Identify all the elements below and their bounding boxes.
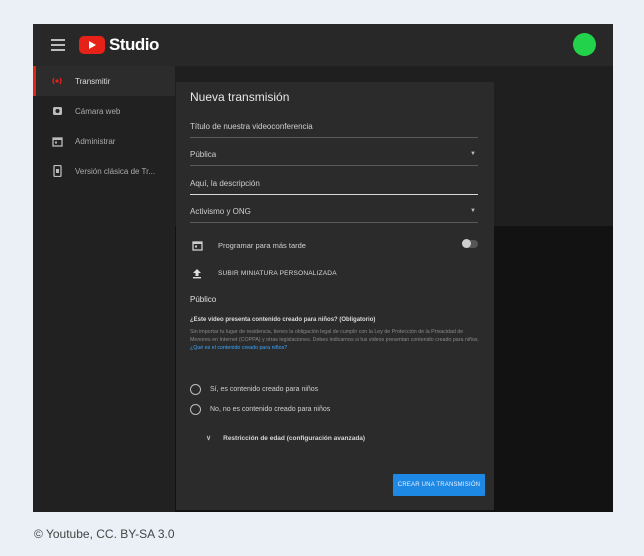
schedule-toggle[interactable] [462,239,478,248]
visibility-select[interactable]: Pública ▼ [190,143,478,166]
sidebar-item-label: Versión clásica de Tr... [75,166,156,176]
calendar-manage-icon [51,135,63,147]
upload-thumbnail-button[interactable]: SUBIR MINIATURA PERSONALIZADA [190,265,478,281]
sidebar-item-administrar[interactable]: Administrar [33,126,175,156]
radio-yes-label: Sí, es contenido creado para niños [210,386,319,393]
sidebar-item-label: Cámara web [75,106,121,116]
description-value: Aquí, la descripción [190,178,260,188]
upload-thumbnail-label: SUBIR MINIATURA PERSONALIZADA [218,269,337,277]
coppa-paragraph: Sin importar tu lugar de residencia, tie… [190,328,482,352]
new-stream-dialog: Nueva transmisión Título de nuestra vide… [176,82,494,510]
chevron-down-icon: ∨ [206,435,212,442]
stream-title-value: Título de nuestra videoconferencia [190,121,313,131]
category-select[interactable]: Activismo y ONG ▼ [190,200,478,223]
top-bar: Studio [33,24,613,66]
live-stream-icon [51,75,63,87]
webcam-icon [51,105,63,117]
radio-no-made-for-kids[interactable]: No, no es contenido creado para niños [190,404,330,415]
calendar-icon [190,239,204,251]
sidebar: Transmitir Cámara web Administrar Versió… [33,66,175,512]
description-input[interactable]: Aquí, la descripción [190,172,478,195]
visibility-value: Pública [190,149,217,159]
radio-yes-made-for-kids[interactable]: Sí, es contenido creado para niños [190,384,318,395]
radio-no-label: No, no es contenido creado para niños [210,406,331,413]
studio-logo[interactable]: Studio [79,35,159,55]
upload-icon [190,267,204,279]
sidebar-item-label: Transmitir [75,76,111,86]
made-for-kids-link[interactable]: ¿Qué es el contenido creado para niños? [190,345,287,351]
logo-text: Studio [109,35,159,54]
dropdown-arrow-icon: ▼ [470,151,476,157]
sidebar-item-label: Administrar [75,136,116,146]
radio-circle[interactable] [190,384,201,395]
youtube-play-icon [79,36,105,54]
image-caption: © Youtube, CC. BY-SA 3.0 [34,527,175,541]
coppa-text: Sin importar tu lugar de residencia, tie… [190,329,480,343]
audience-heading: Público [190,295,217,304]
sidebar-item-camara-web[interactable]: Cámara web [33,96,175,126]
hamburger-menu-icon[interactable] [51,39,65,51]
schedule-label: Programar para más tarde [218,240,306,250]
avatar[interactable] [573,33,596,56]
radio-circle[interactable] [190,404,201,415]
sidebar-item-transmitir[interactable]: Transmitir [33,66,175,96]
age-restriction-label: Restricción de edad (configuración avanz… [223,434,366,442]
dropdown-arrow-icon: ▼ [470,208,476,214]
create-stream-button[interactable]: CREAR UNA TRANSMISIÓN [393,474,485,496]
category-value: Activismo y ONG [190,206,251,216]
sidebar-item-version-clasica[interactable]: Versión clásica de Tr... [33,156,175,186]
mobile-classic-icon [51,165,63,177]
dialog-title: Nueva transmisión [190,90,290,104]
made-for-kids-question: ¿Este video presenta contenido creado pa… [190,317,376,323]
studio-window: Studio Transmitir Cámara web Administrar [33,24,613,512]
schedule-row: Programar para más tarde [190,237,478,253]
age-restriction-expander[interactable]: ∨ Restricción de edad (configuración ava… [206,434,366,443]
stream-title-input[interactable]: Título de nuestra videoconferencia [190,115,478,138]
